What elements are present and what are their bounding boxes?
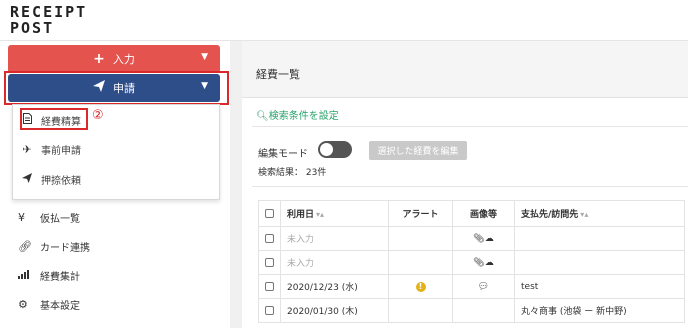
result-count: 検索結果： 23件: [258, 168, 327, 178]
dropdown-item-pre-application[interactable]: ✈ 事前申請: [13, 138, 219, 160]
edit-selected-button[interactable]: 選択した経費を編集: [369, 141, 467, 160]
divider: [252, 126, 688, 127]
chevron-down-icon: ▼: [201, 52, 208, 62]
edit-mode-label: 編集モード: [258, 149, 308, 160]
row-checkbox[interactable]: [265, 257, 274, 267]
select-all-cell: [258, 200, 281, 227]
page-header: 経費一覧: [242, 41, 688, 98]
dropdown-item-label: 事前申請: [41, 145, 81, 157]
table-row[interactable]: 2020/12/23 (水) ! 💬︎ test: [258, 274, 685, 299]
image-cell: [452, 298, 515, 323]
sidebar-item-label: 経費集計: [40, 272, 80, 283]
alert-cell: !: [388, 274, 453, 299]
alert-cell: [388, 250, 453, 275]
signal-bars-icon: [18, 269, 40, 282]
payee-cell: [514, 250, 685, 275]
airplane-icon: ✈: [22, 142, 32, 156]
image-cell: 📎︎☁︎: [452, 226, 515, 251]
table-header-row: 利用日 ▾▴ アラート 画像等 支払先/訪問先 ▾▴: [258, 200, 685, 227]
paper-plane-icon: [13, 172, 41, 186]
column-header-label: 画像等: [469, 210, 497, 220]
gear-icon: ⚙: [18, 298, 28, 311]
comment-icon[interactable]: 💬︎: [478, 282, 489, 292]
sidebar-item-basic-settings[interactable]: ⚙ 基本設定: [18, 297, 80, 312]
date-cell: 2020/12/23 (水): [280, 274, 389, 299]
payee-cell: [514, 226, 685, 251]
dropdown-item-seal-request[interactable]: 押捺依頼: [13, 168, 219, 190]
yen-icon: ¥: [18, 211, 25, 224]
annotation-marker-2: ②: [92, 108, 104, 123]
sidebar: + 入力 ▼ 申請 ▼ ① 経費精算 ✈ 事前申請 押捺依頼 ②: [0, 41, 244, 328]
alert-cell: [388, 298, 453, 323]
edit-mode-toggle[interactable]: [318, 141, 352, 158]
column-header-image: 画像等: [452, 200, 515, 227]
column-header-label: 支払先/訪問先: [521, 210, 579, 220]
image-cell: 💬︎: [452, 274, 515, 299]
highlight-box-apply: [4, 71, 229, 105]
main-area: 経費一覧 🔍︎検索条件を設定 編集モード 選択した経費を編集 検索結果： 23件…: [230, 41, 688, 328]
column-header-label: 利用日: [287, 210, 315, 220]
row-checkbox[interactable]: [265, 281, 274, 291]
toggle-knob: [320, 143, 333, 156]
logo-line-2: POST: [10, 19, 55, 37]
row-select-cell: [258, 274, 281, 299]
plus-icon: +: [93, 51, 105, 67]
expense-table: 利用日 ▾▴ アラート 画像等 支払先/訪問先 ▾▴ 未入力 📎︎☁︎ 未入力 📎︎…: [258, 200, 685, 323]
date-cell: 未入力: [280, 250, 389, 275]
input-button-label: 入力: [112, 53, 135, 66]
link-icon: 🔗︎: [18, 240, 32, 253]
column-header-alert: アラート: [388, 200, 453, 227]
dropdown-item-label: 押捺依頼: [41, 175, 81, 187]
row-select-cell: [258, 250, 281, 275]
search-settings-label: 検索条件を設定: [268, 111, 339, 122]
sort-icon[interactable]: ▾▴: [316, 210, 324, 219]
table-row[interactable]: 未入力 📎︎☁︎: [258, 226, 685, 251]
alert-icon[interactable]: !: [415, 281, 426, 292]
column-header-date[interactable]: 利用日 ▾▴: [280, 200, 389, 227]
expense-list-panel: 🔍︎検索条件を設定 編集モード 選択した経費を編集 検索結果： 23件 利用日 ▾…: [242, 98, 688, 328]
image-cell: 📎︎☁︎: [452, 250, 515, 275]
search-icon: 🔍︎: [256, 111, 269, 122]
payee-cell: 丸々商事 (池袋 ー 新中野): [514, 298, 685, 323]
date-cell: 2020/01/30 (木): [280, 298, 389, 323]
divider: [252, 186, 688, 187]
input-button[interactable]: + 入力 ▼: [8, 45, 220, 73]
sidebar-item-label: 基本設定: [40, 301, 80, 312]
sidebar-item-label: カード連携: [40, 243, 90, 254]
table-row[interactable]: 2020/01/30 (木) 丸々商事 (池袋 ー 新中野): [258, 298, 685, 323]
highlight-box-expense: [20, 108, 88, 130]
payee-cell: test: [514, 274, 685, 299]
sort-icon[interactable]: ▾▴: [580, 210, 588, 219]
sidebar-item-advance-payments[interactable]: ¥ 仮払一覧: [18, 210, 80, 225]
alert-cell: [388, 226, 453, 251]
logo-line-1: RECEIPT: [10, 3, 88, 21]
row-checkbox[interactable]: [265, 233, 274, 243]
table-row[interactable]: 未入力 📎︎☁︎: [258, 250, 685, 275]
column-header-payee[interactable]: 支払先/訪問先 ▾▴: [514, 200, 685, 227]
attachment-icon[interactable]: 📎︎☁︎: [473, 258, 493, 268]
attachment-icon[interactable]: 📎︎☁︎: [473, 234, 493, 244]
sidebar-item-expense-summary[interactable]: 経費集計: [18, 268, 80, 283]
app-logo[interactable]: RECEIPT POST: [10, 4, 87, 36]
sidebar-item-card-link[interactable]: 🔗︎ カード連携: [18, 239, 90, 254]
sidebar-item-label: 仮払一覧: [40, 214, 80, 225]
row-select-cell: [258, 298, 281, 323]
row-select-cell: [258, 226, 281, 251]
date-cell: 未入力: [280, 226, 389, 251]
page-title: 経費一覧: [256, 68, 300, 81]
row-checkbox[interactable]: [265, 305, 274, 315]
select-all-checkbox[interactable]: [265, 208, 274, 218]
search-settings-link[interactable]: 🔍︎検索条件を設定: [256, 107, 339, 122]
column-header-label: アラート: [402, 210, 439, 220]
